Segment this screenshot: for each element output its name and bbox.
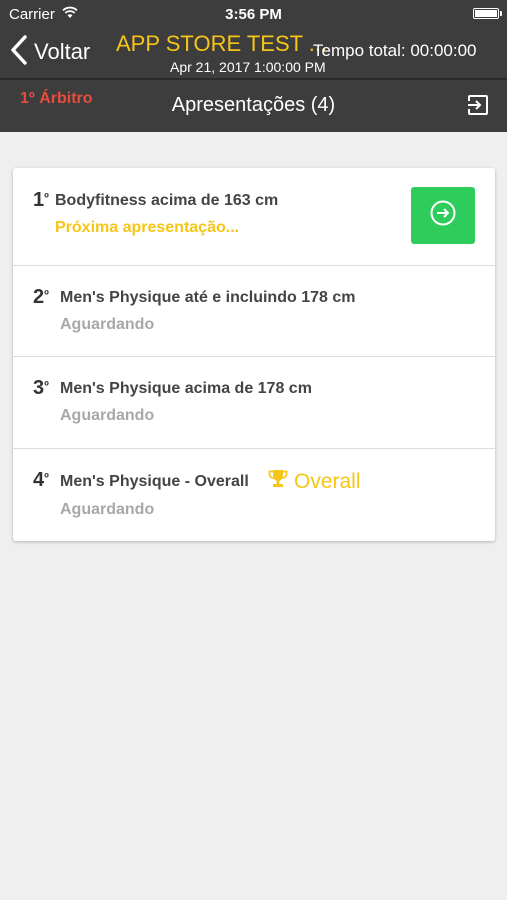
back-label: Voltar xyxy=(34,39,91,64)
item-status: Aguardando xyxy=(60,407,155,424)
ordinal-suffix: º xyxy=(44,287,49,302)
ordinal: 3º xyxy=(33,377,49,400)
item-status: Próxima apresentação... xyxy=(55,219,240,236)
status-bar: Carrier 3:56 PM xyxy=(0,0,507,28)
trophy-icon xyxy=(268,468,288,495)
header-divider xyxy=(0,78,507,80)
back-button[interactable]: Voltar xyxy=(10,34,90,70)
ordinal-number: 3 xyxy=(33,377,45,399)
presentations-list: 1º Bodyfitness acima de 163 cm Próxima a… xyxy=(13,168,495,541)
ordinal-number: 2 xyxy=(33,286,45,308)
ordinal-suffix: º xyxy=(44,378,49,393)
battery-icon xyxy=(473,8,502,19)
page-subtitle: Apr 21, 2017 1:00:00 PM xyxy=(170,59,326,75)
page-title: APP STORE TEST ... xyxy=(116,31,328,56)
enter-button[interactable] xyxy=(411,187,475,244)
list-item[interactable]: 3º Men's Physique acima de 178 cm Aguard… xyxy=(13,357,495,448)
ordinal-suffix: º xyxy=(44,470,49,485)
ordinal-number: 1 xyxy=(33,189,45,211)
exit-icon[interactable] xyxy=(467,94,489,116)
item-name: Men's Physique até e incluindo 178 cm xyxy=(60,289,356,306)
ordinal: 4º xyxy=(33,469,49,492)
enter-arrow-icon xyxy=(429,199,457,232)
item-name: Men's Physique - Overall xyxy=(60,473,249,490)
ordinal: 1º xyxy=(33,189,49,212)
chevron-left-icon xyxy=(10,34,28,71)
list-item[interactable]: 1º Bodyfitness acima de 163 cm Próxima a… xyxy=(13,168,495,265)
item-status: Aguardando xyxy=(60,316,155,333)
item-name: Men's Physique acima de 178 cm xyxy=(60,380,312,397)
ordinal-number: 4 xyxy=(33,469,45,491)
list-item[interactable]: 2º Men's Physique até e incluindo 178 cm… xyxy=(13,266,495,356)
ordinal-suffix: º xyxy=(44,190,49,205)
total-time: Tempo total: 00:00:00 xyxy=(313,41,477,60)
overall-badge: Overall xyxy=(268,468,361,495)
app-header: Carrier 3:56 PM Voltar APP STORE TEST ..… xyxy=(0,0,507,132)
clock: 3:56 PM xyxy=(225,6,282,23)
item-name: Bodyfitness acima de 163 cm xyxy=(55,192,279,209)
item-status: Aguardando xyxy=(60,501,155,518)
overall-label: Overall xyxy=(294,469,361,493)
ordinal: 2º xyxy=(33,286,49,309)
section-title: Apresentações (4) xyxy=(171,94,336,116)
list-item[interactable]: 4º Men's Physique - Overall Overall Agua… xyxy=(13,449,495,541)
